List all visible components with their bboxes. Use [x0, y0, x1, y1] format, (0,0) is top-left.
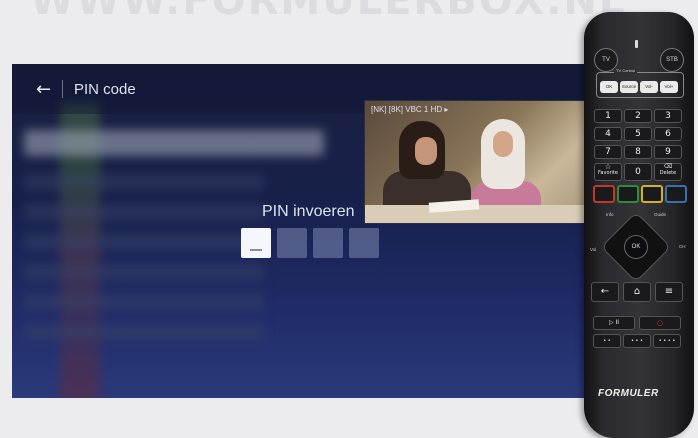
brand-logo: FORMULER: [598, 388, 659, 399]
number-1-button[interactable]: 1: [594, 109, 622, 123]
yellow-button[interactable]: [641, 185, 663, 203]
blue-button[interactable]: [665, 185, 687, 203]
tv-vol-down-button[interactable]: Vol-: [640, 81, 658, 93]
page-title: PIN code: [74, 81, 136, 98]
extra-button-3[interactable]: • • • •: [653, 334, 681, 348]
red-button[interactable]: [593, 185, 615, 203]
pin-digit-1[interactable]: [241, 228, 271, 258]
number-8-button[interactable]: 8: [624, 145, 652, 159]
pin-digit-4[interactable]: [349, 228, 379, 258]
delete-label: Delete: [659, 170, 677, 176]
title-separator: [62, 80, 63, 98]
number-7-button[interactable]: 7: [594, 145, 622, 159]
home-button[interactable]: ⌂: [623, 282, 651, 302]
back-button[interactable]: ←: [591, 282, 619, 302]
menu-button[interactable]: ≡: [655, 282, 683, 302]
ch-label: CH: [679, 244, 686, 249]
watermark: WWW.FORMULERBOX.NL: [30, 0, 627, 24]
remote-control: TV STB TV Control OK Source Vol- Vol+ 1 …: [584, 12, 694, 438]
number-2-button[interactable]: 2: [624, 109, 652, 123]
back-arrow-icon[interactable]: ←: [36, 79, 51, 100]
extra-button-1[interactable]: • •: [593, 334, 621, 348]
info-label[interactable]: Info: [606, 212, 614, 217]
pin-digit-2[interactable]: [277, 228, 307, 258]
tv-screen: ← PIN code [NK] [8K] VBC 1 HD ▸ PIN invo…: [12, 64, 610, 398]
extra-button-2[interactable]: • • •: [623, 334, 651, 348]
tv-source-button[interactable]: Source: [620, 81, 638, 93]
guide-label[interactable]: Guide: [654, 212, 666, 217]
stb-power-button[interactable]: STB: [660, 48, 684, 72]
tv-control-label: TV Control: [614, 68, 638, 73]
play-pause-button[interactable]: ▷ II: [593, 316, 635, 330]
tv-ok-button[interactable]: OK: [600, 81, 618, 93]
ok-button[interactable]: OK: [624, 235, 648, 259]
green-button[interactable]: [617, 185, 639, 203]
favorite-label: Favorite: [598, 170, 618, 176]
cursor-icon: [250, 249, 262, 251]
channel-preview: [NK] [8K] VBC 1 HD ▸: [364, 100, 610, 224]
number-9-button[interactable]: 9: [654, 145, 682, 159]
delete-button[interactable]: ⌫ Delete: [654, 163, 682, 181]
vol-label: Vol: [590, 247, 597, 252]
tv-vol-up-button[interactable]: Vol+: [660, 81, 678, 93]
preview-channel-label: [NK] [8K] VBC 1 HD ▸: [371, 105, 449, 114]
number-3-button[interactable]: 3: [654, 109, 682, 123]
number-6-button[interactable]: 6: [654, 127, 682, 141]
ir-indicator-icon: [635, 40, 638, 48]
number-0-button[interactable]: 0: [624, 163, 652, 181]
number-4-button[interactable]: 4: [594, 127, 622, 141]
record-button[interactable]: ○: [639, 316, 681, 330]
pin-prompt: PIN invoeren: [262, 203, 355, 220]
number-5-button[interactable]: 5: [624, 127, 652, 141]
favorite-button[interactable]: ☆ Favorite: [594, 163, 622, 181]
pin-digit-3[interactable]: [313, 228, 343, 258]
